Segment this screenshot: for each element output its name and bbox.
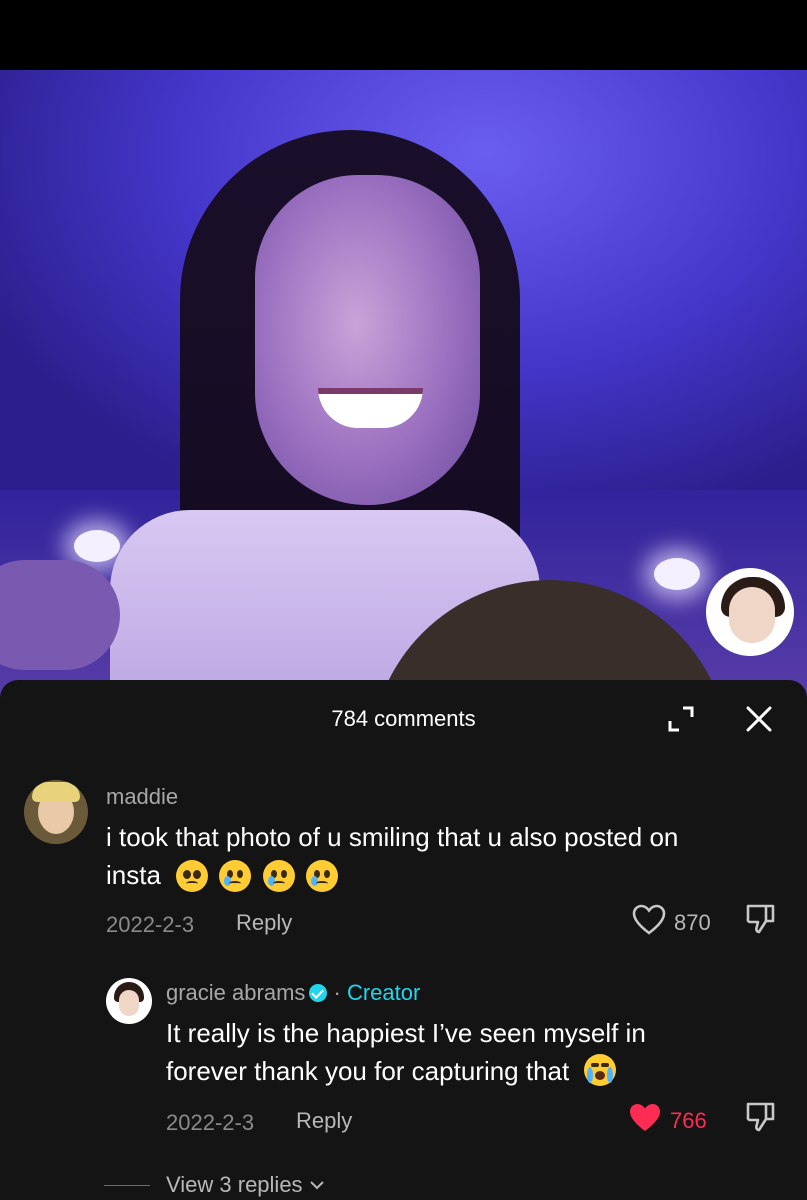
avatar[interactable] [106,978,152,1024]
comments-header: 784 comments [0,680,807,760]
comments-sheet: 784 comments maddie i took that photo of… [0,680,807,1200]
comment-username[interactable]: gracie abrams [166,980,305,1005]
avatar-face [729,587,775,643]
comment-date: 2022-2-3 [166,1110,255,1135]
view-replies-text: View 3 replies [166,1172,303,1197]
reply-button[interactable]: Reply [296,1108,352,1134]
stage-light [74,530,120,562]
comment-text-line: i took that photo of u smiling that u al… [106,822,679,852]
reply-button[interactable]: Reply [236,910,292,936]
person-arm [0,560,120,670]
avatar[interactable] [24,780,88,844]
chevron-down-icon [309,1181,324,1190]
comment-text-tail: insta [106,860,161,890]
close-icon[interactable] [742,702,776,736]
dislike-icon[interactable] [744,1100,778,1134]
crying-face-icon [305,860,338,893]
view-replies-label: View 3 replies [166,1172,325,1198]
like-count: 870 [674,910,711,935]
person-face [255,175,480,505]
comment-text-tail: forever thank you for capturing that [166,1056,570,1086]
video-frame[interactable] [0,70,807,710]
comment-username-row: gracie abrams · Creator [166,980,420,1006]
stage-light [654,558,700,590]
creator-profile-avatar[interactable] [706,568,794,656]
divider-line [104,1185,150,1186]
crying-face-icon [219,860,252,893]
status-bar [0,0,807,70]
verified-badge-icon [309,984,328,1002]
comment-date: 2022-2-3 [106,912,195,937]
comment-text-line: It really is the happiest I’ve seen myse… [166,1018,646,1048]
dislike-icon[interactable] [744,902,778,936]
comment-text: i took that photo of u smiling that u al… [106,818,796,896]
comment-text: It really is the happiest I’ve seen myse… [166,1014,796,1090]
like-count: 766 [670,1108,707,1133]
comment-text-line: forever thank you for capturing that [166,1052,796,1090]
emoji-group [168,858,338,896]
expand-icon[interactable] [666,704,696,734]
heart-filled-icon[interactable] [628,1102,662,1134]
heart-icon[interactable] [632,904,666,936]
creator-badge: Creator [346,980,421,1005]
comment-username[interactable]: maddie [106,784,178,810]
separator: · [333,980,341,1005]
loudly-crying-face-icon [584,1054,617,1086]
comment-text-line: insta [106,856,796,896]
pleading-face-icon [176,860,209,893]
crying-face-icon [262,860,295,893]
avatar-face [119,990,139,1016]
avatar-hair [32,782,80,802]
